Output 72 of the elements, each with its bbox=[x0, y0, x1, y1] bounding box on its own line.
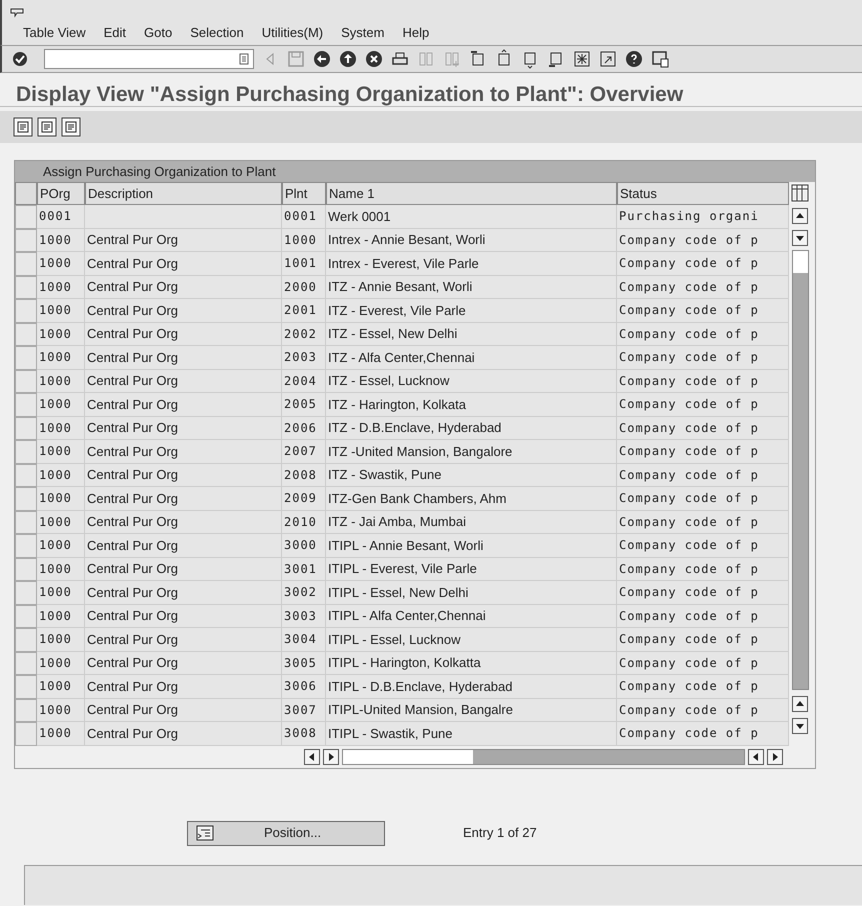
scrollbar-thumb[interactable] bbox=[343, 750, 473, 764]
help-icon[interactable] bbox=[624, 49, 644, 69]
row-selector[interactable] bbox=[15, 393, 37, 416]
column-header[interactable]: Plnt bbox=[282, 182, 326, 205]
menu-item[interactable]: Goto bbox=[144, 22, 172, 42]
select-all-cell[interactable] bbox=[15, 182, 37, 205]
up-icon[interactable] bbox=[338, 49, 358, 69]
row-selector[interactable] bbox=[15, 416, 37, 440]
menu-item[interactable]: Help bbox=[402, 22, 430, 42]
deselect-all-icon[interactable] bbox=[61, 117, 81, 137]
scroll-left-button[interactable] bbox=[304, 748, 320, 764]
new-session-icon[interactable] bbox=[572, 49, 592, 69]
table-title: Assign Purchasing Organization to Plant bbox=[15, 161, 815, 182]
scroll-up-button[interactable] bbox=[792, 208, 808, 224]
table-cell: ITIPL - Swastik, Pune bbox=[326, 722, 617, 746]
row-selector[interactable] bbox=[15, 698, 37, 722]
screen-title: Display View "Assign Purchasing Organization to Plant": Overview bbox=[0, 73, 862, 107]
row-selector[interactable] bbox=[15, 628, 37, 652]
menu-item[interactable]: Table View bbox=[23, 22, 86, 42]
menu-item[interactable]: Utilities(M) bbox=[262, 22, 324, 42]
row-selector[interactable] bbox=[15, 299, 37, 322]
scroll-up-button[interactable] bbox=[792, 696, 808, 712]
column-header[interactable]: Status bbox=[617, 182, 789, 205]
select-all-icon[interactable] bbox=[37, 117, 57, 137]
column-header[interactable]: POrg bbox=[37, 182, 85, 205]
layout-icon[interactable] bbox=[650, 49, 670, 69]
position-button[interactable]: Position... bbox=[187, 820, 385, 846]
menu-item[interactable]: Selection bbox=[190, 22, 244, 42]
command-field[interactable] bbox=[44, 49, 254, 69]
row-selector[interactable] bbox=[15, 675, 37, 698]
scrollbar-thumb[interactable] bbox=[792, 251, 808, 273]
row-selector[interactable] bbox=[15, 510, 37, 534]
details-icon[interactable] bbox=[13, 117, 33, 137]
row-selector[interactable] bbox=[15, 558, 37, 581]
row-selector[interactable] bbox=[15, 440, 37, 464]
save-icon[interactable] bbox=[286, 49, 306, 69]
row-selector[interactable] bbox=[15, 652, 37, 675]
menu-item[interactable]: Edit bbox=[104, 22, 126, 42]
row-selector[interactable] bbox=[15, 581, 37, 604]
row-selector[interactable] bbox=[15, 464, 37, 487]
table-cell: 3008 bbox=[282, 722, 326, 746]
scroll-right-button[interactable] bbox=[767, 748, 783, 764]
row-selector[interactable] bbox=[15, 722, 37, 746]
scroll-down-button[interactable] bbox=[792, 718, 808, 734]
scroll-down-button[interactable] bbox=[792, 230, 808, 246]
shortcut-icon[interactable] bbox=[598, 49, 618, 69]
table-cell: Company code of p bbox=[617, 722, 789, 746]
column-settings-icon[interactable] bbox=[791, 184, 809, 202]
check-icon[interactable] bbox=[10, 49, 30, 69]
row-selector[interactable] bbox=[15, 205, 37, 228]
row-selector[interactable] bbox=[15, 370, 37, 393]
menu-item[interactable]: System bbox=[341, 22, 384, 42]
row-selector[interactable] bbox=[15, 346, 37, 370]
column-header[interactable]: Name 1 bbox=[326, 182, 617, 205]
cancel-icon[interactable] bbox=[364, 49, 384, 69]
dropdown-icon[interactable] bbox=[239, 53, 249, 65]
column-header[interactable]: Description bbox=[85, 182, 282, 205]
entry-info: Entry 1 of 27 bbox=[463, 824, 537, 842]
row-selector[interactable] bbox=[15, 534, 37, 558]
row-selector[interactable] bbox=[15, 604, 37, 628]
row-selector[interactable] bbox=[15, 487, 37, 510]
row-selector[interactable] bbox=[15, 228, 37, 252]
table-cell: Central Pur Org bbox=[85, 722, 282, 746]
scroll-right-button[interactable] bbox=[323, 748, 339, 764]
row-selector[interactable] bbox=[15, 322, 37, 346]
scroll-left-button[interactable] bbox=[748, 748, 764, 764]
menu-icon[interactable] bbox=[10, 8, 24, 20]
row-selector[interactable] bbox=[15, 252, 37, 276]
back-icon[interactable] bbox=[312, 49, 332, 69]
position-icon bbox=[196, 825, 214, 841]
table-cell: 1000 bbox=[37, 722, 85, 746]
row-selector[interactable] bbox=[15, 276, 37, 299]
